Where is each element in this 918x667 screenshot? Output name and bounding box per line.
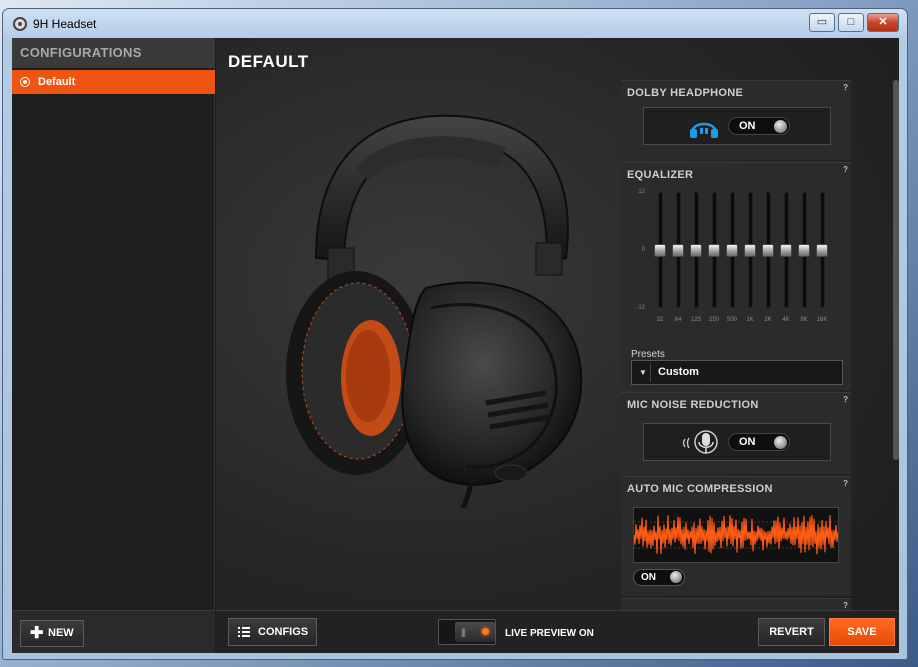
configs-button[interactable]: CONFIGS (228, 618, 317, 646)
mic-noise-toggle[interactable]: ON (728, 433, 790, 451)
dolby-toggle[interactable]: ON (728, 117, 790, 135)
equalizer-section: EQUALIZER ? 12 0 -12 32 64 125 250 500 1K 2K 4K… (621, 162, 851, 390)
minimize-button[interactable]: ▭ (809, 13, 835, 32)
new-button-label: NEW (48, 627, 74, 639)
eq-slider-knob[interactable] (726, 244, 738, 257)
presets-label: Presets (631, 349, 665, 360)
waveform-path (634, 515, 838, 555)
presets-value: Custom (658, 366, 699, 378)
auto-mic-help-icon[interactable]: ? (843, 479, 848, 488)
mic-noise-reduction-section: MIC NOISE REDUCTION ? ON (621, 392, 851, 474)
headset-image (286, 114, 583, 508)
main-area: DEFAULT DOLBY HEADPHONE ? ON EQUALIZER ?… (216, 38, 899, 653)
equalizer-help-icon[interactable]: ? (843, 165, 848, 174)
eq-band-label: 16K (816, 317, 828, 323)
config-item-default[interactable]: Default (12, 70, 215, 94)
maximize-button[interactable]: □ (838, 13, 864, 32)
auto-mic-title: AUTO MIC COMPRESSION (627, 483, 773, 495)
settings-panel: DOLBY HEADPHONE ? ON EQUALIZER ? 12 0 -1… (621, 80, 853, 610)
auto-mic-compression-section: AUTO MIC COMPRESSION ? ON (621, 476, 851, 596)
led-indicator-icon (482, 628, 489, 635)
dolby-headphone-section: DOLBY HEADPHONE ? ON (621, 80, 851, 160)
list-icon (238, 627, 250, 637)
waveform-graphic (634, 515, 838, 555)
next-section: ? (621, 598, 851, 610)
eq-slider-knob[interactable] (654, 244, 666, 257)
app-icon (13, 17, 27, 31)
app-client-area: CONFIGURATIONS Default ✚ NEW DEFAULT DOL… (12, 38, 899, 653)
toggle-knob (670, 571, 682, 583)
eq-slider-knob[interactable] (816, 244, 828, 257)
equalizer-sliders: 12 0 -12 32 64 125 250 500 1K 2K 4K 8K 16K (627, 189, 847, 339)
bottom-bar: CONFIGS ||| LIVE PREVIEW ON REVERT SAVE (216, 610, 899, 653)
new-config-button[interactable]: ✚ NEW (20, 620, 84, 647)
dolby-toggle-state: ON (739, 120, 756, 132)
toggle-knob (774, 120, 787, 133)
mic-noise-help-icon[interactable]: ? (843, 395, 848, 404)
app-window: 9H Headset ▭ □ ✕ CONFIGURATIONS Default … (2, 8, 908, 660)
equalizer-title: EQUALIZER (627, 169, 694, 181)
eq-slider-knob[interactable] (798, 244, 810, 257)
eq-slider-knob[interactable] (708, 244, 720, 257)
page-title: DEFAULT (228, 52, 309, 71)
panel-scrollbar[interactable] (893, 80, 899, 460)
eq-slider-knob[interactable] (780, 244, 792, 257)
live-preview-label: LIVE PREVIEW ON (505, 628, 594, 639)
eq-scale-top: 12 (638, 189, 645, 195)
eq-scale-bottom: -12 (636, 305, 645, 311)
next-help-icon[interactable]: ? (843, 601, 848, 610)
sidebar-header: CONFIGURATIONS (12, 38, 215, 68)
dolby-title: DOLBY HEADPHONE (627, 87, 744, 99)
revert-button[interactable]: REVERT (758, 618, 825, 646)
auto-mic-toggle[interactable]: ON (633, 569, 685, 586)
dropdown-arrow-icon: ▼ (639, 368, 647, 377)
eq-slider-knob[interactable] (672, 244, 684, 257)
auto-mic-toggle-state: ON (641, 572, 656, 583)
window-title: 9H Headset (33, 17, 97, 31)
close-button[interactable]: ✕ (867, 13, 899, 32)
eq-slider-knob[interactable] (744, 244, 756, 257)
presets-dropdown[interactable]: ▼ Custom (631, 360, 843, 385)
microphone-icon (682, 430, 718, 454)
headphone-icon (690, 122, 718, 138)
mic-noise-toggle-box: ON (643, 423, 831, 461)
eq-band-9: 16K (813, 189, 831, 339)
toggle-knob (774, 436, 787, 449)
grip-icon: ||| (461, 627, 466, 637)
config-item-label: Default (38, 76, 76, 88)
plus-icon: ✚ (30, 625, 44, 642)
configurations-sidebar: CONFIGURATIONS Default ✚ NEW (12, 38, 215, 653)
sidebar-footer: ✚ NEW (12, 610, 215, 653)
mic-waveform (633, 507, 839, 563)
live-preview-switch[interactable]: ||| (438, 619, 496, 645)
dropdown-divider (650, 363, 651, 382)
eq-slider-knob[interactable] (690, 244, 702, 257)
switch-handle: ||| (455, 622, 495, 642)
configs-button-label: CONFIGS (258, 626, 309, 638)
save-button[interactable]: SAVE (829, 618, 895, 646)
mic-noise-title: MIC NOISE REDUCTION (627, 399, 759, 411)
dolby-help-icon[interactable]: ? (843, 83, 848, 92)
dolby-toggle-box: ON (643, 107, 831, 145)
radio-selected-icon (20, 77, 30, 87)
mic-noise-toggle-state: ON (739, 436, 756, 448)
eq-scale-mid: 0 (641, 247, 645, 253)
eq-slider-knob[interactable] (762, 244, 774, 257)
title-bar[interactable]: 9H Headset ▭ □ ✕ (3, 9, 907, 39)
